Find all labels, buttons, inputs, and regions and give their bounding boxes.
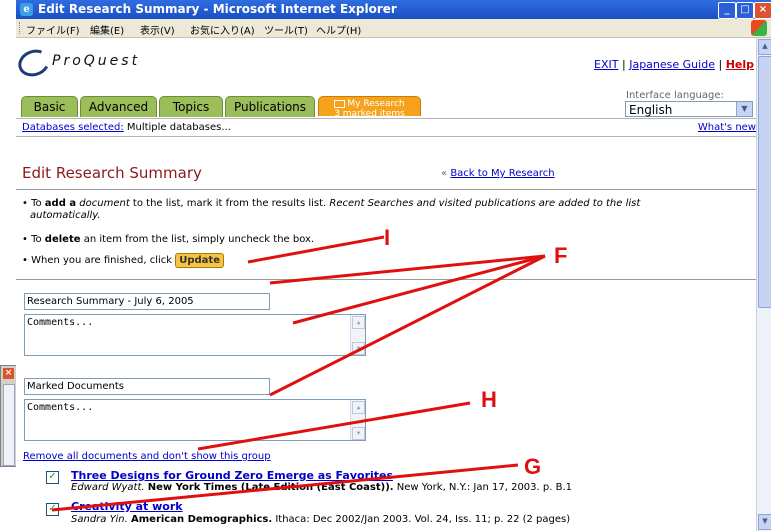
whats-new-link[interactable]: What's new xyxy=(698,119,756,136)
document-citation: Sandra Yin. American Demographics. Ithac… xyxy=(71,514,570,525)
page-title: Edit Research Summary xyxy=(22,164,202,182)
instr-add-bold: add a xyxy=(44,198,77,209)
databases-bar: Databases selected: Multiple databases..… xyxy=(16,118,756,137)
language-value: English xyxy=(629,103,673,117)
document-title-link[interactable]: Three Designs for Ground Zero Emerge as … xyxy=(71,469,393,482)
menu-help[interactable]: ヘルプ(H) xyxy=(316,22,361,37)
proquest-q-icon xyxy=(14,45,54,81)
summary-title-input[interactable]: Research Summary - July 6, 2005 xyxy=(24,293,270,310)
language-label: Interface language: xyxy=(626,90,724,101)
comments-text: Comments... xyxy=(27,402,94,413)
window-title: Edit Research Summary - Microsoft Intern… xyxy=(38,2,397,16)
tab-advanced[interactable]: Advanced xyxy=(80,96,157,117)
menu-bar: ファイル(F) 編集(E) 表示(V) お気に入り(A) ツール(T) ヘルプ(… xyxy=(16,19,771,38)
link-separator: | xyxy=(718,58,723,71)
menu-file[interactable]: ファイル(F) xyxy=(26,22,80,37)
back-to-my-research-link[interactable]: Back to My Research xyxy=(450,168,554,179)
document-details: Ithaca: Dec 2002/Jan 2003. Vol. 24, Iss.… xyxy=(272,514,571,525)
minimize-button[interactable]: _ xyxy=(718,2,736,19)
remove-all-documents-link[interactable]: Remove all documents and don't show this… xyxy=(23,451,271,462)
my-research-label: My Research xyxy=(347,99,405,109)
instr-finish-text: • When you are finished, click xyxy=(22,255,173,266)
logo-text: ProQuest xyxy=(52,53,141,69)
instr-prefix: • To xyxy=(22,198,45,209)
instruction-add-cont: automatically. xyxy=(30,210,101,222)
scroll-up-icon[interactable]: ▲ xyxy=(758,39,771,55)
comments-text: Comments... xyxy=(27,317,94,328)
instruction-delete: • To delete an item from the list, simpl… xyxy=(22,234,314,246)
divider xyxy=(16,189,756,190)
databases-selected-link[interactable]: Databases selected: xyxy=(22,122,124,133)
document-source: American Demographics. xyxy=(131,514,273,525)
toolbar-grip[interactable] xyxy=(19,22,22,34)
close-button[interactable]: × xyxy=(754,2,771,19)
background-close-icon: × xyxy=(3,368,14,379)
instr-add-tail: Recent Searches and visited publications… xyxy=(329,198,641,209)
scroll-down-icon[interactable]: ▼ xyxy=(758,514,771,530)
windows-logo-icon xyxy=(751,20,767,36)
menu-favorites[interactable]: お気に入り(A) xyxy=(190,22,255,37)
tab-topics[interactable]: Topics xyxy=(159,96,223,117)
language-select[interactable]: English ▼ xyxy=(625,101,753,117)
summary-comments-textarea[interactable]: Comments... ▲ ▼ xyxy=(24,314,366,356)
japanese-guide-link[interactable]: Japanese Guide xyxy=(629,58,715,71)
tab-my-research[interactable]: My Research 3 marked items xyxy=(318,96,421,119)
instr-prefix: • To xyxy=(22,234,45,245)
divider xyxy=(16,279,756,280)
maximize-button[interactable]: □ xyxy=(736,2,754,19)
instr-delete-rest: an item from the list, simply uncheck th… xyxy=(80,234,315,245)
annotation-label-i: I xyxy=(384,225,391,250)
update-button[interactable]: Update xyxy=(175,253,224,268)
top-links: EXIT | Japanese Guide | Help xyxy=(594,58,754,71)
back-arrow-icon: « xyxy=(441,168,448,179)
tab-basic[interactable]: Basic xyxy=(21,96,78,117)
instr-add-mid: to the list, mark it from the results li… xyxy=(129,198,330,209)
page-scrollbar[interactable]: ▲ ▼ xyxy=(756,38,771,531)
page-content: ProQuest EXIT | Japanese Guide | Help Ba… xyxy=(14,38,756,531)
menu-edit[interactable]: 編集(E) xyxy=(90,22,124,37)
document-title-link[interactable]: Creativity at work xyxy=(71,500,183,513)
textarea-scrollbar[interactable]: ▲ ▼ xyxy=(350,315,365,355)
folder-icon xyxy=(334,99,346,108)
chevron-down-icon[interactable]: ▼ xyxy=(736,102,752,116)
exit-link[interactable]: EXIT xyxy=(594,58,618,71)
background-window-content xyxy=(3,384,15,466)
back-link-container: « Back to My Research xyxy=(441,168,555,179)
menu-tools[interactable]: ツール(T) xyxy=(264,22,308,37)
document-citation: Edward Wyatt. New York Times (Late Editi… xyxy=(71,482,572,493)
instr-doc-italic: document xyxy=(79,198,130,209)
instr-add-tail2: automatically. xyxy=(30,210,101,221)
annotation-label-g: G xyxy=(524,454,542,479)
document-checkbox[interactable]: ✓ xyxy=(46,471,59,484)
scroll-thumb[interactable] xyxy=(758,56,771,308)
databases-value: Multiple databases... xyxy=(123,122,231,133)
window-title-bar[interactable]: e Edit Research Summary - Microsoft Inte… xyxy=(16,0,771,19)
instr-delete-bold: delete xyxy=(44,234,81,245)
document-details: New York, N.Y.: Jan 17, 2003. p. B.1 xyxy=(393,482,572,493)
document-author: Edward Wyatt. xyxy=(71,482,145,493)
tab-publications[interactable]: Publications xyxy=(225,96,315,117)
textarea-scrollbar[interactable]: ▲ ▼ xyxy=(350,400,365,440)
marked-documents-input[interactable]: Marked Documents xyxy=(24,378,270,395)
document-checkbox[interactable]: ✓ xyxy=(46,503,59,516)
marked-documents-comments-textarea[interactable]: Comments... ▲ ▼ xyxy=(24,399,366,441)
annotation-label-h: H xyxy=(481,387,497,412)
instruction-finish: • When you are finished, click Update xyxy=(22,253,224,268)
menu-view[interactable]: 表示(V) xyxy=(140,22,175,37)
help-link[interactable]: Help xyxy=(726,58,754,71)
instruction-add: • To add a document to the list, mark it… xyxy=(22,198,640,210)
annotation-label-f: F xyxy=(554,243,568,268)
link-separator: | xyxy=(622,58,626,71)
document-author: Sandra Yin. xyxy=(71,514,128,525)
ie-icon: e xyxy=(20,3,33,16)
document-source: New York Times (Late Edition (East Coast… xyxy=(147,482,394,493)
